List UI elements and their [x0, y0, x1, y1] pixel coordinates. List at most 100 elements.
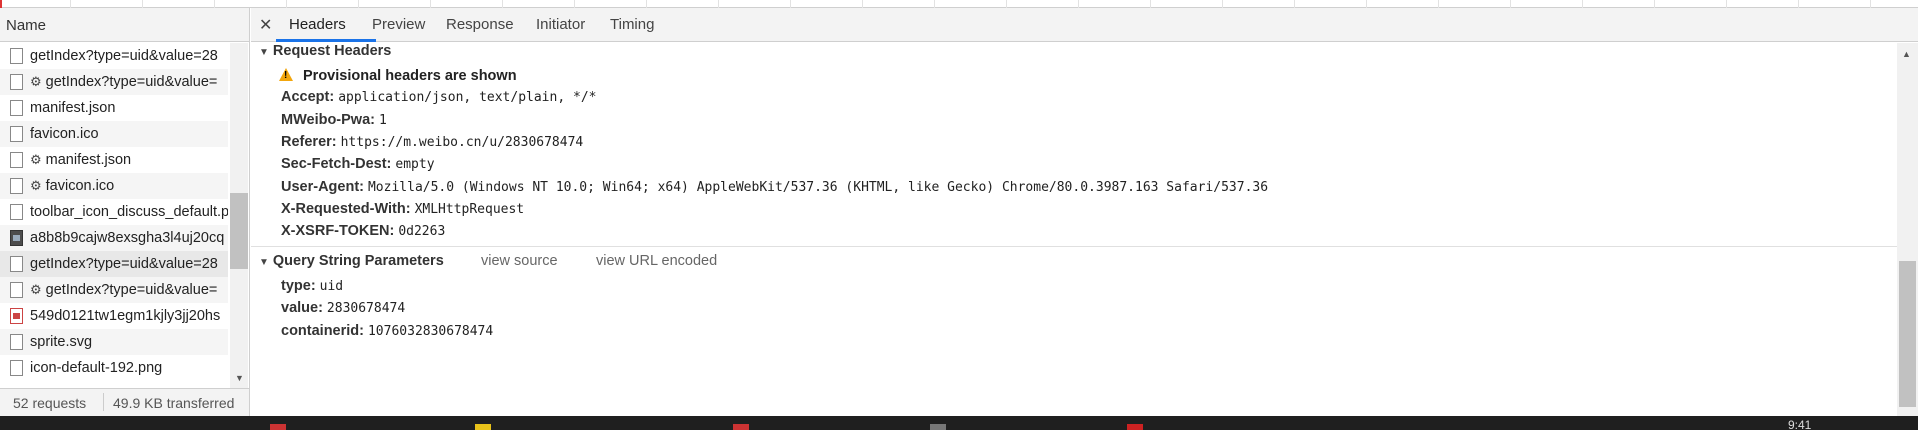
- request-row[interactable]: favicon.ico: [0, 121, 228, 147]
- detail-scrollbar[interactable]: ▲: [1897, 43, 1918, 416]
- file-icon: [10, 178, 23, 194]
- taskbar-app-icon[interactable]: [930, 424, 946, 430]
- request-row[interactable]: ⚙ manifest.json: [0, 147, 228, 173]
- query-param-row: value: 2830678474: [281, 300, 405, 316]
- request-row[interactable]: a8b8b9cajw8exsgha3l4uj20cq: [0, 225, 228, 251]
- request-name: ⚙ getIndex?type=uid&value=: [30, 74, 217, 90]
- tab-initiator[interactable]: Initiator: [536, 16, 585, 33]
- image-file-icon: [10, 230, 23, 246]
- header-row: Accept: application/json, text/plain, */*: [281, 89, 596, 105]
- request-row[interactable]: getIndex?type=uid&value=28: [0, 43, 228, 69]
- file-icon: [10, 74, 23, 90]
- query-string-section[interactable]: ▼ Query String Parameters: [259, 253, 444, 269]
- header-key: Referer:: [281, 134, 337, 150]
- name-column-header[interactable]: Name: [0, 8, 249, 42]
- view-source-link[interactable]: view source: [481, 253, 558, 269]
- request-name-text: manifest.json: [30, 100, 116, 116]
- collapse-triangle-icon[interactable]: ▼: [259, 47, 269, 58]
- header-row: X-Requested-With: XMLHttpRequest: [281, 201, 524, 217]
- service-worker-gear-icon: ⚙: [30, 282, 42, 297]
- scroll-up-arrow-icon[interactable]: ▲: [1902, 49, 1911, 59]
- request-name: toolbar_icon_discuss_default.p: [30, 204, 228, 220]
- request-name-text: favicon.ico: [30, 126, 99, 142]
- request-row[interactable]: toolbar_icon_discuss_default.p: [0, 199, 228, 225]
- scrollbar-thumb[interactable]: [1899, 261, 1916, 407]
- scrollbar-thumb[interactable]: [230, 193, 248, 269]
- header-value: empty: [395, 157, 435, 172]
- request-name-text: favicon.ico: [45, 178, 115, 194]
- file-icon: [10, 152, 23, 168]
- active-tab-indicator: [276, 39, 376, 42]
- header-key: X-Requested-With:: [281, 201, 411, 217]
- warning-text: Provisional headers are shown: [303, 68, 517, 84]
- request-count: 52 requests: [13, 395, 87, 411]
- header-value: application/json, text/plain, */*: [338, 90, 597, 105]
- param-key: type:: [281, 278, 316, 294]
- file-icon: [10, 204, 23, 220]
- close-icon[interactable]: ✕: [259, 15, 272, 35]
- detail-tabs: ✕ Headers Preview Response Initiator Tim…: [251, 8, 1918, 42]
- taskbar-app-icon[interactable]: [270, 424, 286, 430]
- query-param-row: containerid: 1076032830678474: [281, 323, 493, 339]
- taskbar-app-icon[interactable]: [1127, 424, 1143, 430]
- service-worker-gear-icon: ⚙: [30, 178, 42, 193]
- header-value: 0d2263: [398, 224, 446, 239]
- taskbar-app-icon[interactable]: [733, 424, 749, 430]
- request-name-text: a8b8b9cajw8exsgha3l4uj20cq: [30, 230, 225, 246]
- header-value: XMLHttpRequest: [414, 202, 525, 217]
- header-value: 1: [378, 113, 387, 128]
- request-name-text: getIndex?type=uid&value=28: [30, 256, 218, 272]
- network-overview-strip: [0, 0, 1918, 8]
- request-name-text: manifest.json: [45, 152, 132, 168]
- request-name: 549d0121tw1egm1kjly3jj20hs: [30, 308, 220, 324]
- collapse-triangle-icon[interactable]: ▼: [259, 257, 269, 268]
- tab-response[interactable]: Response: [446, 16, 514, 33]
- taskbar-clock: 9:41: [1788, 418, 1812, 430]
- header-row: MWeibo-Pwa: 1: [281, 112, 387, 128]
- status-divider: [103, 393, 104, 411]
- transferred-size: 49.9 KB transferred: [113, 395, 235, 411]
- header-row: User-Agent: Mozilla/5.0 (Windows NT 10.0;…: [281, 179, 1268, 195]
- header-row: Referer: https://m.weibo.cn/u/2830678474: [281, 134, 583, 150]
- taskbar-app-icon[interactable]: [475, 424, 491, 430]
- request-row[interactable]: ⚙ favicon.ico: [0, 173, 228, 199]
- request-name-text: getIndex?type=uid&value=28: [30, 48, 218, 64]
- request-name: ⚙ getIndex?type=uid&value=: [30, 282, 217, 298]
- header-key: Sec-Fetch-Dest:: [281, 156, 392, 172]
- request-name: favicon.ico: [30, 126, 99, 142]
- file-icon: [10, 360, 23, 376]
- request-name: a8b8b9cajw8exsgha3l4uj20cq: [30, 230, 224, 246]
- file-icon: [10, 48, 23, 64]
- request-row[interactable]: icon-default-192.png: [0, 355, 228, 381]
- request-row[interactable]: sprite.svg: [0, 329, 228, 355]
- taskbar: 9:41: [0, 416, 1918, 430]
- tab-timing[interactable]: Timing: [610, 16, 654, 33]
- request-name: ⚙ manifest.json: [30, 152, 131, 168]
- request-name-text: getIndex?type=uid&value=: [45, 74, 218, 90]
- request-list: getIndex?type=uid&value=28 ⚙ getIndex?type…: [0, 43, 228, 388]
- request-list-scrollbar[interactable]: ▼: [230, 43, 248, 388]
- view-url-encoded-link[interactable]: view URL encoded: [596, 253, 717, 269]
- request-row[interactable]: manifest.json: [0, 95, 228, 121]
- service-worker-gear-icon: ⚙: [30, 74, 42, 89]
- file-icon: [10, 126, 23, 142]
- header-key: X-XSRF-TOKEN:: [281, 223, 395, 239]
- request-row[interactable]: ⚙ getIndex?type=uid&value=: [0, 277, 228, 303]
- tab-preview[interactable]: Preview: [372, 16, 425, 33]
- param-key: value:: [281, 300, 323, 316]
- tab-headers[interactable]: Headers: [289, 16, 346, 33]
- request-name: getIndex?type=uid&value=28: [30, 256, 218, 272]
- request-headers-section[interactable]: ▼ Request Headers: [259, 43, 391, 59]
- header-key: MWeibo-Pwa:: [281, 112, 375, 128]
- request-name-text: sprite.svg: [30, 334, 93, 350]
- warning-icon: [279, 68, 293, 81]
- request-name: manifest.json: [30, 100, 115, 116]
- header-row: Sec-Fetch-Dest: empty: [281, 156, 435, 172]
- scroll-down-arrow-icon[interactable]: ▼: [235, 373, 244, 383]
- param-value: 1076032830678474: [367, 324, 494, 339]
- request-row[interactable]: getIndex?type=uid&value=28: [0, 251, 228, 277]
- timeline-marker: [0, 0, 2, 8]
- request-row[interactable]: 549d0121tw1egm1kjly3jj20hs: [0, 303, 228, 329]
- request-row[interactable]: ⚙ getIndex?type=uid&value=: [0, 69, 228, 95]
- request-list-panel: Name getIndex?type=uid&value=28 ⚙ getIndex…: [0, 8, 250, 416]
